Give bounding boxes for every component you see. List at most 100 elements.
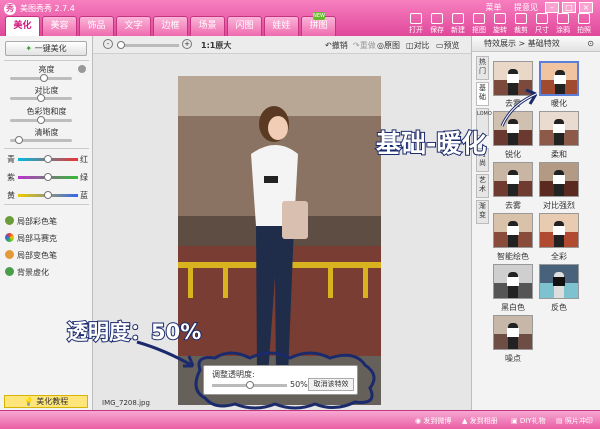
- status-bar: ◉ 发到微博 ▲ 发到相册 ▣ DIY礼物 ▤ 照片冲印: [0, 410, 600, 429]
- minimize-button[interactable]: –: [545, 2, 559, 13]
- tab-scene[interactable]: 场景: [190, 16, 225, 36]
- yellow-label: 黄: [7, 191, 15, 200]
- camera-button[interactable]: 拍照: [574, 13, 594, 35]
- effect-label: 智能绘色: [497, 252, 529, 261]
- opacity-slider[interactable]: [212, 381, 287, 389]
- background-blur-tool[interactable]: 背景虚化: [5, 267, 49, 278]
- saturation-slider[interactable]: [10, 116, 72, 124]
- canvas-toolbar: - + 1:1原大 ↶撤销 ↷重做 ◎原图 ◫对比 ▭预览: [93, 36, 471, 54]
- local-mosaic-tool[interactable]: 局部马赛克: [5, 233, 57, 244]
- print-icon: ▤: [556, 417, 563, 425]
- effect-thumb[interactable]: [539, 213, 579, 248]
- save-icon: [431, 13, 443, 24]
- sharpness-label: 清晰度: [34, 128, 59, 137]
- cutout-icon: [473, 13, 485, 24]
- diy-gift-link[interactable]: ▣ DIY礼物: [511, 416, 546, 426]
- vtab-gradient[interactable]: 渐变: [476, 200, 489, 224]
- file-name: IMG_7208.jpg: [102, 399, 150, 407]
- local-recolor-pen-tool[interactable]: 局部变色笔: [5, 250, 57, 261]
- crop-button[interactable]: 裁剪: [511, 13, 531, 35]
- effect-thumb[interactable]: [539, 264, 579, 299]
- share-album-link[interactable]: ▲ 发到相册: [462, 416, 498, 426]
- one-key-beautify-button[interactable]: ✦ 一键美化: [5, 41, 87, 56]
- rotate-icon: [494, 13, 506, 24]
- original-button[interactable]: ◎原图: [377, 40, 400, 51]
- tab-text[interactable]: 文字: [116, 16, 151, 36]
- vtab-art[interactable]: 艺术: [476, 174, 489, 198]
- rotate-button[interactable]: 旋转: [490, 13, 510, 35]
- compare-icon: ◫: [406, 41, 414, 50]
- sharpness-slider[interactable]: [10, 136, 72, 144]
- new-button[interactable]: 新建: [448, 13, 468, 35]
- effect-thumb[interactable]: [493, 315, 533, 350]
- beautify-tutorial-button[interactable]: 💡 美化教程: [4, 395, 88, 408]
- new-badge: NEW: [313, 12, 325, 20]
- saturation-label: 色彩饱和度: [26, 107, 67, 116]
- cyan-red-slider[interactable]: [18, 155, 78, 163]
- slider-knob[interactable]: [15, 136, 24, 144]
- share-weibo-link[interactable]: ◉ 发到微博: [415, 416, 451, 426]
- effect-label: 黑白色: [501, 303, 525, 312]
- divider: [4, 148, 89, 149]
- opacity-dialog: 调整透明度: 50% 取消该特效: [203, 365, 358, 395]
- preview-button[interactable]: ▭预览: [436, 40, 460, 51]
- slider-knob[interactable]: [44, 155, 52, 163]
- purple-green-slider[interactable]: [18, 173, 78, 181]
- app-logo: 秀: [4, 3, 16, 15]
- tab-beautify[interactable]: 美化: [5, 16, 40, 36]
- slider-knob[interactable]: [44, 191, 52, 199]
- contrast-slider[interactable]: [10, 94, 72, 102]
- zoom-slider[interactable]: [117, 41, 179, 49]
- undo-button[interactable]: ↶撤销: [325, 40, 348, 51]
- vtab-basic[interactable]: 基础: [476, 82, 489, 106]
- cutout-button[interactable]: 抠图: [469, 13, 489, 35]
- vtab-hot[interactable]: 热门: [476, 56, 489, 80]
- slider-knob[interactable]: [117, 41, 125, 49]
- local-color-pen-tool[interactable]: 局部彩色笔: [5, 216, 57, 227]
- effects-breadcrumb: 特效展示 > 基础特效: [472, 36, 600, 52]
- tab-border[interactable]: 边框: [153, 16, 188, 36]
- reset-icon[interactable]: [78, 65, 86, 73]
- compare-button[interactable]: ◫对比: [406, 40, 430, 51]
- zoom-out-icon[interactable]: -: [103, 39, 113, 49]
- slider-knob[interactable]: [37, 94, 45, 102]
- red-label: 红: [80, 155, 88, 164]
- undo-icon: ↶: [325, 41, 332, 50]
- zoom-ratio[interactable]: 1:1原大: [201, 40, 231, 51]
- photo-print-link[interactable]: ▤ 照片冲印: [556, 416, 593, 426]
- redo-icon: ↷: [353, 41, 360, 50]
- slider-knob[interactable]: [37, 116, 45, 124]
- effect-thumb[interactable]: [539, 162, 579, 197]
- annotation-arrow: [136, 340, 195, 368]
- size-icon: [536, 13, 548, 24]
- tab-doll[interactable]: 娃娃: [264, 16, 299, 36]
- effect-thumb[interactable]: [493, 213, 533, 248]
- tab-beauty[interactable]: 美容: [42, 16, 77, 36]
- maximize-button[interactable]: □: [562, 2, 576, 13]
- size-button[interactable]: 尺寸: [532, 13, 552, 35]
- slider-knob[interactable]: [245, 381, 254, 389]
- cancel-effect-button[interactable]: 取消该特效: [308, 378, 354, 391]
- slider-knob[interactable]: [39, 74, 48, 82]
- recolor-pen-icon: [5, 250, 14, 259]
- effect-thumb[interactable]: [493, 264, 533, 299]
- preview-icon: ▭: [436, 41, 444, 50]
- redo-button[interactable]: ↷重做: [353, 40, 376, 51]
- close-button[interactable]: ×: [579, 2, 593, 13]
- slider-knob[interactable]: [44, 173, 52, 181]
- zoom-in-icon[interactable]: +: [182, 39, 192, 49]
- tab-accessory[interactable]: 饰品: [79, 16, 114, 36]
- doodle-button[interactable]: 涂鸦: [553, 13, 573, 35]
- chevron-down-icon[interactable]: ⊙: [587, 39, 594, 48]
- feedback-link[interactable]: 提意见: [514, 3, 538, 12]
- brightness-slider[interactable]: [10, 74, 72, 82]
- open-button[interactable]: 打开: [406, 13, 426, 35]
- album-icon: ▲: [462, 417, 468, 425]
- effect-label: 全彩: [551, 252, 567, 261]
- effect-thumb[interactable]: [493, 162, 533, 197]
- yellow-blue-slider[interactable]: [18, 191, 78, 199]
- app-title: 美图秀秀 2.7.4: [20, 4, 75, 13]
- tab-flash[interactable]: 闪图: [227, 16, 262, 36]
- menu-link[interactable]: 菜单: [485, 3, 501, 12]
- save-button[interactable]: 保存: [427, 13, 447, 35]
